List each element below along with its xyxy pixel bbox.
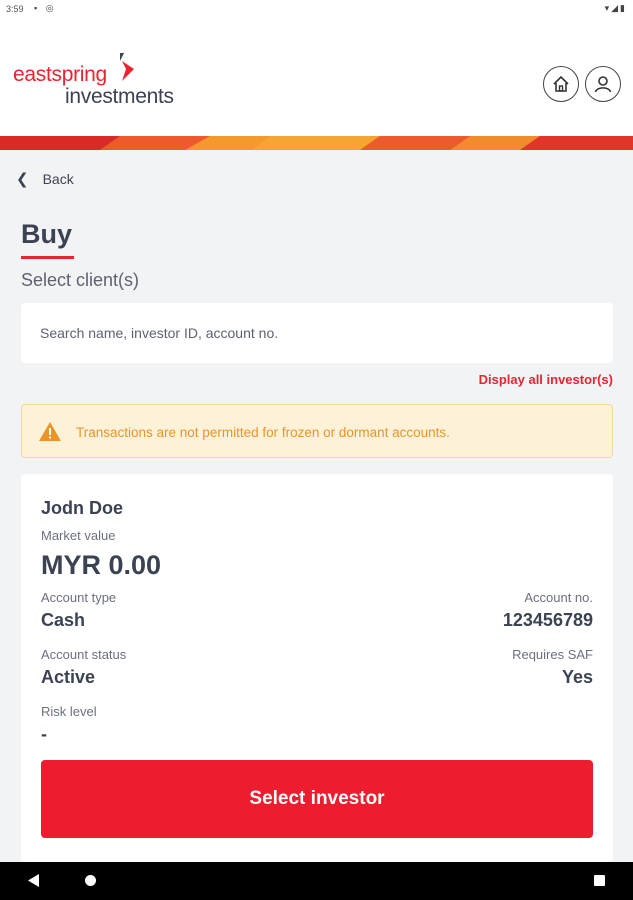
account-no-value: 123456789 xyxy=(502,610,593,630)
requires-saf-label: Requires SAF xyxy=(512,647,593,662)
home-button[interactable] xyxy=(543,66,579,102)
back-link[interactable]: ❮ Back xyxy=(16,170,74,188)
warning-banner: Transactions are not permitted for froze… xyxy=(21,404,613,458)
home-icon xyxy=(553,75,569,92)
warning-triangle-icon xyxy=(39,422,61,441)
page-subtitle: Select client(s) xyxy=(21,270,140,290)
profile-button[interactable] xyxy=(585,66,621,102)
risk-level-value: - xyxy=(41,724,47,744)
account-status-value: Active xyxy=(41,667,96,687)
investor-name: Jodn Doe xyxy=(41,498,124,518)
account-no-label: Account no. xyxy=(524,590,593,605)
logo-arrow-icon xyxy=(120,53,134,81)
select-investor-button[interactable]: Select investor xyxy=(41,760,593,838)
logo-line-1: eastspring xyxy=(13,63,107,86)
search-input[interactable] xyxy=(21,303,613,363)
back-label: Back xyxy=(42,171,74,187)
search-box xyxy=(21,303,613,363)
investor-card: Jodn Doe Market value MYR 0.00 Account t… xyxy=(21,474,613,862)
nav-home-icon[interactable] xyxy=(85,875,96,886)
display-all-investors-link[interactable]: Display all investor(s) xyxy=(479,372,613,387)
notification-icons: ▪ ◎ xyxy=(34,3,57,13)
account-type-label: Account type xyxy=(41,590,117,605)
logo-line-2: investments xyxy=(65,85,174,108)
page-title: Buy xyxy=(21,219,73,249)
chevron-left-icon: ❮ xyxy=(16,171,29,188)
nav-back-icon[interactable] xyxy=(28,874,40,887)
brand-stripe xyxy=(0,136,633,150)
risk-level-label: Risk level xyxy=(41,704,97,719)
title-underline xyxy=(21,256,74,259)
warning-text: Transactions are not permitted for froze… xyxy=(76,425,450,440)
account-status-label: Account status xyxy=(41,647,127,662)
status-time: 3:59 xyxy=(6,4,24,14)
market-value-label: Market value xyxy=(41,528,116,543)
market-value: MYR 0.00 xyxy=(41,550,162,580)
system-nav-bar xyxy=(0,862,633,900)
account-type-value: Cash xyxy=(41,610,86,630)
status-bar: 3:59 ▪ ◎ ▾◢▮ xyxy=(0,0,633,18)
app-header: eastspring investments xyxy=(0,18,633,136)
system-status-icons: ▾◢▮ xyxy=(604,3,627,13)
nav-recents-icon[interactable] xyxy=(594,875,605,886)
requires-saf-value: Yes xyxy=(561,667,593,687)
user-icon xyxy=(594,76,612,93)
eastspring-logo: eastspring investments xyxy=(13,53,203,123)
